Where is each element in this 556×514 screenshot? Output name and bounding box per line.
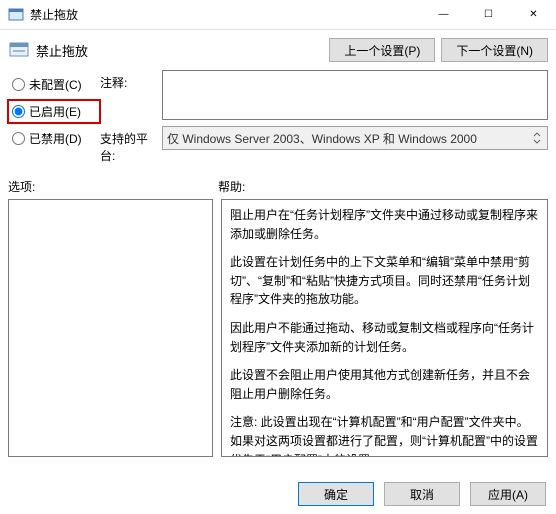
- help-paragraph: 注意: 此设置出现在“计算机配置”和“用户配置”文件夹中。如果对这两项设置都进行…: [230, 413, 539, 457]
- help-paragraph: 因此用户不能通过拖动、移动或复制文档或程序向“任务计划程序”文件夹添加新的计划任…: [230, 319, 539, 356]
- help-paragraph: 此设置在计划任务中的上下文菜单和“编辑”菜单中禁用“剪切”、“复制”和“粘贴”快…: [230, 253, 539, 309]
- supported-platform-value: 仅 Windows Server 2003、Windows XP 和 Windo…: [167, 130, 477, 147]
- next-setting-button[interactable]: 下一个设置(N): [441, 38, 548, 62]
- platform-label: 支持的平台:: [100, 126, 162, 164]
- comment-textarea[interactable]: [162, 70, 548, 120]
- radio-not-configured-label: 未配置(C): [29, 76, 82, 93]
- options-section-label: 选项:: [8, 178, 218, 195]
- radio-not-configured[interactable]: 未配置(C): [12, 76, 96, 93]
- close-button[interactable]: ✕: [511, 0, 556, 30]
- chevron-updown-icon: [529, 129, 545, 147]
- state-radio-group: 未配置(C) 已启用(E) 已禁用(D): [2, 70, 100, 147]
- prev-setting-button[interactable]: 上一个设置(P): [329, 38, 435, 62]
- policy-header: 禁止拖放 上一个设置(P) 下一个设置(N): [0, 30, 556, 70]
- apply-button[interactable]: 应用(A): [470, 482, 546, 506]
- window-title: 禁止拖放: [30, 6, 421, 23]
- help-paragraph: 此设置不会阻止用户使用其他方式创建新任务，并且不会阻止用户删除任务。: [230, 366, 539, 403]
- help-pane[interactable]: 阻止用户在“任务计划程序”文件夹中通过移动或复制程序来添加或删除任务。 此设置在…: [221, 199, 548, 457]
- radio-enabled-label: 已启用(E): [29, 103, 81, 120]
- help-section-label: 帮助:: [218, 178, 245, 195]
- titlebar: 禁止拖放 — ☐ ✕: [0, 0, 556, 30]
- supported-platform-field[interactable]: 仅 Windows Server 2003、Windows XP 和 Windo…: [162, 126, 548, 150]
- radio-enabled[interactable]: 已启用(E): [7, 99, 101, 124]
- radio-disabled-label: 已禁用(D): [29, 130, 82, 147]
- app-icon: [8, 7, 24, 23]
- cancel-button[interactable]: 取消: [384, 482, 460, 506]
- dialog-footer: 确定 取消 应用(A): [298, 482, 546, 506]
- options-pane[interactable]: [8, 199, 213, 457]
- radio-disabled-input[interactable]: [12, 132, 25, 145]
- radio-not-configured-input[interactable]: [12, 78, 25, 91]
- minimize-button[interactable]: —: [421, 0, 466, 30]
- help-paragraph: 阻止用户在“任务计划程序”文件夹中通过移动或复制程序来添加或删除任务。: [230, 206, 539, 243]
- radio-enabled-input[interactable]: [12, 105, 25, 118]
- radio-disabled[interactable]: 已禁用(D): [12, 130, 96, 147]
- policy-icon: [8, 39, 30, 61]
- policy-title: 禁止拖放: [36, 41, 323, 60]
- ok-button[interactable]: 确定: [298, 482, 374, 506]
- maximize-button[interactable]: ☐: [466, 0, 511, 30]
- comment-label: 注释:: [100, 70, 162, 91]
